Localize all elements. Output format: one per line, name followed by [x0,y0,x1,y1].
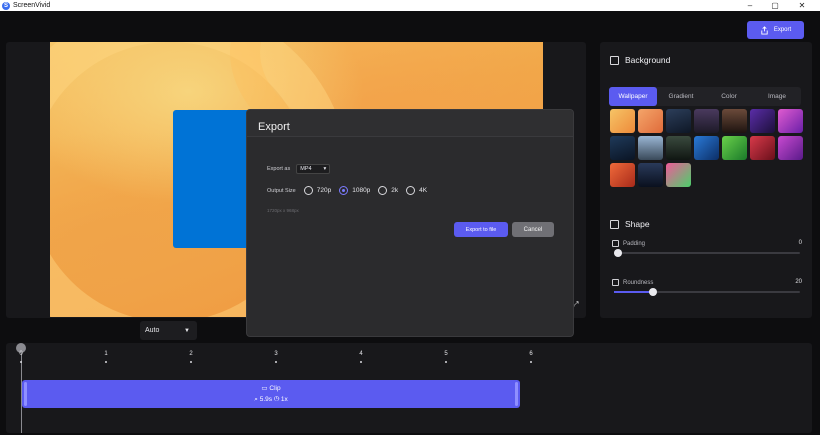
timeline[interactable]: 0 1 2 3 4 5 6 ▭ Clip ⌕ 5.9s ◷ 1x [6,343,812,433]
wallpaper-thumb[interactable] [666,163,691,187]
wallpaper-thumb[interactable] [694,109,719,133]
background-section-title: Background [610,55,670,65]
dialog-title: Export [247,110,573,137]
zoom-select-value: Auto [145,327,160,334]
timeline-tick: 2 [186,351,196,363]
clock-icon: ◷ [273,396,280,403]
shape-title: Shape [625,219,650,229]
clip-info: ⌕ 5.9s ◷ 1x [22,396,520,404]
clip-icon: ▭ [261,385,268,392]
size-radio-2k[interactable] [378,186,388,195]
size-label-1080p: 1080p [352,187,371,194]
wallpaper-thumb[interactable] [778,136,803,160]
export-format-row: Export as MP4 ▾ [267,164,331,174]
background-tabs: Wallpaper Gradient Color Image [609,87,801,106]
wallpaper-thumb[interactable] [750,109,775,133]
timeline-tick: 3 [271,351,281,363]
padding-icon [612,240,619,247]
export-dialog: Export Export as MP4 ▾ Output Size 720p … [246,109,574,337]
size-label-720p: 720p [316,187,332,194]
timeline-tick: 4 [356,351,366,363]
shape-section-title: Shape [610,219,650,229]
timeline-tick: 6 [526,351,536,363]
format-select-value: MP4 [300,166,312,172]
title-bar: S ScreenVivid – ▢ ✕ [0,0,820,11]
size-radio-1080p[interactable] [339,186,349,195]
padding-control: Padding 0 [612,240,802,257]
cancel-button[interactable]: Cancel [512,222,554,237]
wallpaper-thumb[interactable] [722,136,747,160]
padding-slider[interactable] [614,249,800,257]
minimize-button[interactable]: – [740,0,760,11]
wallpaper-thumb[interactable] [722,109,747,133]
size-label-4k: 4K [419,187,428,194]
tab-wallpaper[interactable]: Wallpaper [609,87,657,106]
padding-label: Padding [623,240,646,247]
wallpaper-thumb[interactable] [638,163,663,187]
roundness-label: Roundness [623,279,654,286]
size-radio-720p[interactable] [303,186,313,195]
export-to-file-button[interactable]: Export to file [454,222,508,237]
size-radio-4k[interactable] [406,186,416,195]
tab-color[interactable]: Color [705,87,753,106]
output-dimensions: 1720px x 968px [267,208,299,213]
wallpaper-thumb[interactable] [610,136,635,160]
output-size-row: Output Size 720p 1080p 2k 4K [267,186,427,195]
app-body: Export ⤢ Auto ▼ Export Export as MP4 ▾ O… [0,11,820,435]
wallpaper-thumb[interactable] [750,136,775,160]
clip-label: Clip [269,385,281,392]
roundness-icon [612,279,619,286]
clip-speed: 1x [280,396,288,403]
padding-value: 0 [798,240,802,246]
wallpaper-grid [610,109,803,187]
padding-slider-handle[interactable] [614,249,622,257]
close-button[interactable]: ✕ [792,0,812,11]
wallpaper-thumb[interactable] [694,136,719,160]
roundness-slider[interactable] [614,288,800,296]
export-button[interactable]: Export [747,21,804,39]
tab-gradient[interactable]: Gradient [657,87,705,106]
roundness-value: 20 [795,279,802,285]
app-logo-icon: S [2,1,10,10]
search-icon: ⌕ [254,396,258,403]
tab-image[interactable]: Image [753,87,801,106]
wallpaper-thumb[interactable] [610,163,635,187]
roundness-slider-handle[interactable] [649,288,657,296]
roundness-control: Roundness 20 [612,279,802,296]
window-title: ScreenVivid [13,2,51,9]
timeline-tick: 1 [101,351,111,363]
zoom-select[interactable]: Auto ▼ [140,321,197,340]
format-select[interactable]: MP4 ▾ [296,164,331,174]
wallpaper-thumb[interactable] [610,109,635,133]
wallpaper-thumb[interactable] [666,109,691,133]
background-title: Background [625,55,671,65]
chevron-down-icon: ▾ [323,166,327,172]
chevron-down-icon: ▼ [184,328,190,334]
timeline-clip[interactable]: ▭ Clip ⌕ 5.9s ◷ 1x [22,380,520,408]
timeline-tick: 5 [441,351,451,363]
clip-duration: 5.9s [259,396,273,403]
wallpaper-thumb[interactable] [638,109,663,133]
wallpaper-thumb[interactable] [778,109,803,133]
image-icon [610,55,619,65]
export-as-label: Export as [267,166,291,172]
settings-sidebar: Background Wallpaper Gradient Color Imag… [600,42,812,318]
clip-title: ▭ Clip [22,384,520,392]
grid-icon [610,219,619,229]
wallpaper-thumb[interactable] [638,136,663,160]
wallpaper-thumb[interactable] [666,136,691,160]
output-size-label: Output Size [267,187,296,194]
export-icon [761,25,768,35]
maximize-button[interactable]: ▢ [765,0,785,11]
timeline-tick: 0 [16,351,26,363]
export-button-label: Export [773,27,792,33]
size-label-2k: 2k [391,187,399,194]
